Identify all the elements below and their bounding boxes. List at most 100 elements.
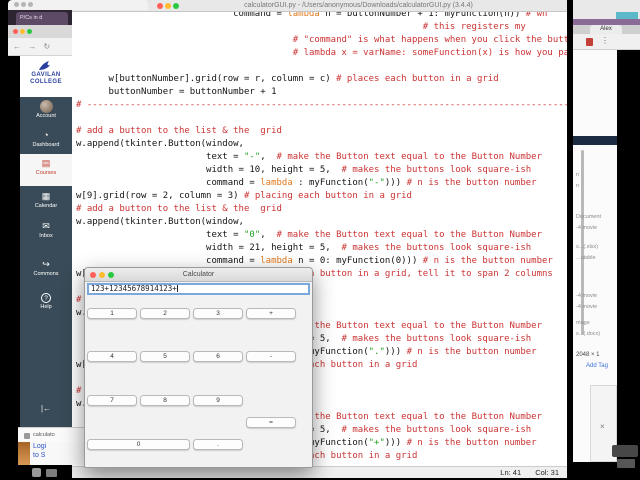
taskbar-blob (617, 459, 635, 468)
taskbar-blob (612, 445, 638, 457)
calc-button-.[interactable]: . (193, 439, 243, 450)
add-tag-link[interactable]: Add Tag (586, 363, 608, 369)
code-line: # "command" is what happens when you cli… (76, 35, 567, 45)
file-list-item[interactable]: -4 movie (576, 293, 597, 299)
calc-button-2[interactable]: 2 (140, 308, 190, 319)
calendar-icon: ▦ (41, 191, 51, 201)
entry-text: 123+12345678914123+ (91, 284, 177, 293)
file-list-item[interactable]: n (576, 183, 579, 189)
code-line: w[9].grid(row = 2, column = 3) # placing… (76, 191, 412, 201)
calc-button-1[interactable]: 1 (87, 308, 137, 319)
close-icon[interactable] (13, 29, 18, 34)
calc-button-+[interactable]: + (246, 308, 296, 319)
status-col: Col: 31 (535, 468, 559, 477)
calc-button--[interactable]: - (246, 351, 296, 362)
file-list-item[interactable]: s...(.xlsx) (576, 244, 598, 250)
sidebar-item-label: Commons (33, 271, 59, 277)
code-line: w[buttonNumber].grid(row = r, column = c… (76, 74, 499, 84)
calc-button-5[interactable]: 5 (140, 351, 190, 362)
avatar-icon (20, 100, 72, 113)
code-line: text = "0", # make the Button text equal… (76, 230, 543, 240)
downloaded-file-item[interactable]: calculato (33, 432, 55, 438)
file-list-item[interactable]: mage (576, 320, 590, 326)
minimize-icon[interactable] (20, 29, 25, 34)
calculator-entry[interactable]: 123+12345678914123+ (87, 283, 310, 295)
mail-icon: ✉ (42, 221, 50, 231)
calc-button-0[interactable]: 0 (87, 439, 190, 450)
sidebar-item-calendar[interactable]: ▦ Calendar (20, 190, 72, 210)
calc-button-6[interactable]: 6 (193, 351, 243, 362)
reload-icon[interactable]: ↻ (43, 42, 50, 51)
status-line: Ln: 41 (500, 468, 522, 477)
close-icon[interactable]: × (600, 422, 605, 431)
calc-button-=[interactable]: = (246, 417, 296, 428)
logo-line2: COLLEGE (30, 79, 62, 85)
calc-button-3[interactable]: 3 (193, 308, 243, 319)
code-line: # add a button to the list & the grid (76, 126, 282, 136)
sidebar-item-label: Account (36, 113, 56, 119)
page-thumbnail (18, 442, 30, 465)
sidebar-item-courses[interactable]: ▤ Courses (20, 154, 72, 186)
selected-row-band (573, 136, 617, 145)
code-line: width = 10, height = 5, # makes the butt… (76, 165, 532, 175)
forward-icon[interactable]: → (28, 42, 36, 51)
file-list-item[interactable]: Document (576, 214, 601, 220)
file-icon (24, 433, 30, 439)
zoom-icon[interactable] (28, 2, 33, 7)
bird-icon (39, 61, 50, 70)
file-list-item[interactable]: -4 movie (576, 304, 597, 310)
calc-button-4[interactable]: 4 (87, 351, 137, 362)
left-browser-tabstrip: P/Cs in d (8, 10, 72, 25)
dock-icon[interactable] (46, 469, 57, 477)
calculator-titlebar[interactable]: Calculator (85, 268, 312, 282)
sidebar-item-commons[interactable]: ↪ Commons (20, 258, 72, 278)
file-list-item[interactable]: n (576, 172, 579, 178)
page-link[interactable]: to S (33, 452, 45, 459)
close-icon[interactable] (14, 2, 19, 7)
menu-icon[interactable]: ⋮ (601, 36, 609, 45)
minimize-icon[interactable] (21, 2, 26, 7)
calc-button-9[interactable]: 9 (193, 395, 243, 406)
file-list-item[interactable]: -4 movie (576, 225, 597, 231)
dock-icon[interactable] (32, 468, 41, 477)
right-browser-toolbar: ⋮ (573, 34, 640, 50)
code-line: # add a button to the list & the grid (76, 204, 282, 214)
image-dimensions: 2048 × 1 (576, 352, 600, 358)
canvas-sidebar: Account ◔ Dashboard ▤ Courses ▦ Calendar ✉ Inbox… (20, 97, 72, 427)
sidebar-item-account[interactable]: Account (20, 100, 72, 120)
sidebar-item-label: Courses (35, 170, 57, 176)
calc-button-8[interactable]: 8 (140, 395, 190, 406)
collapse-sidebar-button[interactable]: |← (20, 404, 72, 413)
sidebar-item-help[interactable]: ? Help (20, 291, 72, 311)
code-line: text = "-", # make the Button text equal… (76, 152, 543, 162)
extension-icon[interactable] (586, 38, 593, 46)
code-line: command = lambda n = 0: myFunction(0))) … (76, 256, 553, 266)
desktop: P/Cs in d ← → ↻ GAVILAN COLLEGE Account ◔… (0, 0, 640, 480)
left-browser-navbar: ← → ↻ (8, 38, 72, 56)
left-browser-tab[interactable]: P/Cs in d (16, 12, 68, 25)
page-bottom-section: Logi to S (18, 442, 84, 465)
question-icon: ? (20, 291, 72, 304)
file-list-item[interactable]: s...(.docx) (576, 331, 600, 337)
sidebar-item-label: Calendar (34, 203, 58, 209)
right-browser-tab[interactable]: Alex (590, 25, 622, 34)
sidebar-item-label: Inbox (39, 233, 53, 239)
zoom-icon[interactable] (27, 29, 32, 34)
text-cursor (176, 285, 178, 292)
code-line: buttonNumber = buttonNumber + 1 (76, 87, 277, 97)
left-browser-titlebar (8, 25, 72, 38)
code-line: # --------------------------------------… (76, 100, 567, 110)
code-line: width = 21, height = 5, # makes the butt… (76, 243, 532, 253)
calculator-window: Calculator 123+12345678914123+ 1 2 3 +4 5 6- 7… (84, 267, 313, 468)
downloads-bar: calculato (18, 427, 84, 442)
page-link[interactable]: Logi (33, 443, 46, 450)
file-list-item[interactable]: ...utable (576, 255, 596, 261)
logo-line1: GAVILAN (31, 72, 61, 78)
sidebar-item-dashboard[interactable]: ◔ Dashboard (20, 129, 72, 149)
back-icon[interactable]: ← (13, 42, 21, 51)
calc-button-7[interactable]: 7 (87, 395, 137, 406)
sidebar-item-inbox[interactable]: ✉ Inbox (20, 220, 72, 240)
background-window-titlebar (8, 0, 148, 10)
code-line: w.append(tkinter.Button(window, (76, 139, 244, 149)
code-line: # this registers my (76, 22, 526, 32)
